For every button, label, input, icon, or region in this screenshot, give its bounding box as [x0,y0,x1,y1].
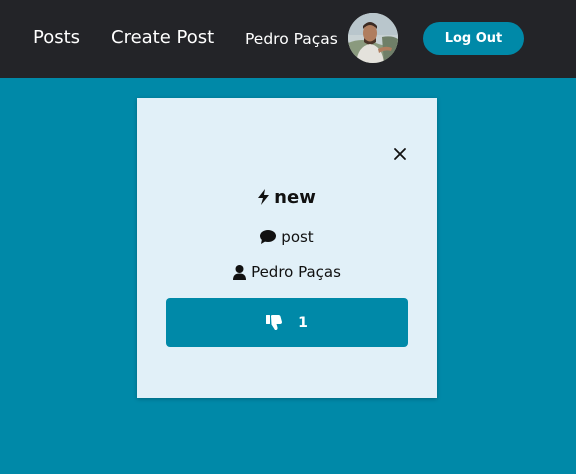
speech-bubble-icon [260,230,277,244]
user-icon [233,264,247,280]
post-type-row: post [137,226,437,248]
post-author-row: Pedro Paças [137,261,437,283]
post-author: Pedro Paças [251,263,341,281]
thumbs-down-icon [266,315,283,330]
lightning-bolt-icon [258,189,270,205]
logout-button[interactable]: Log Out [423,22,524,55]
post-card: new post Pedro Paças 1 [137,98,437,398]
post-title: new [274,186,316,208]
nav-username: Pedro Paças [245,30,338,48]
navbar: Posts Create Post Pedro Paças Log Out [0,0,576,78]
post-type: post [281,228,314,246]
close-icon[interactable] [393,146,407,160]
post-title-row: new [137,184,437,210]
nav-link-posts[interactable]: Posts [33,26,80,50]
downvote-button[interactable]: 1 [166,298,408,347]
avatar[interactable] [348,13,398,63]
nav-link-create-post[interactable]: Create Post [111,26,214,50]
vote-count: 1 [298,314,308,331]
